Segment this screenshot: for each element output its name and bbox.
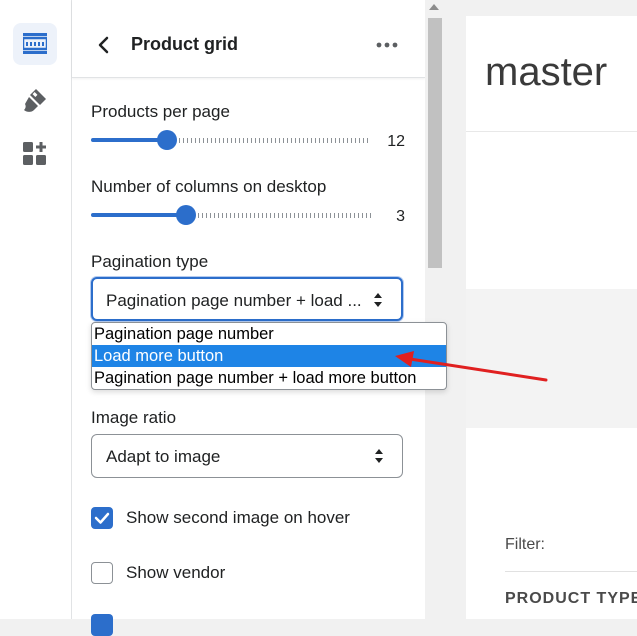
annotation-arrow xyxy=(395,351,548,382)
